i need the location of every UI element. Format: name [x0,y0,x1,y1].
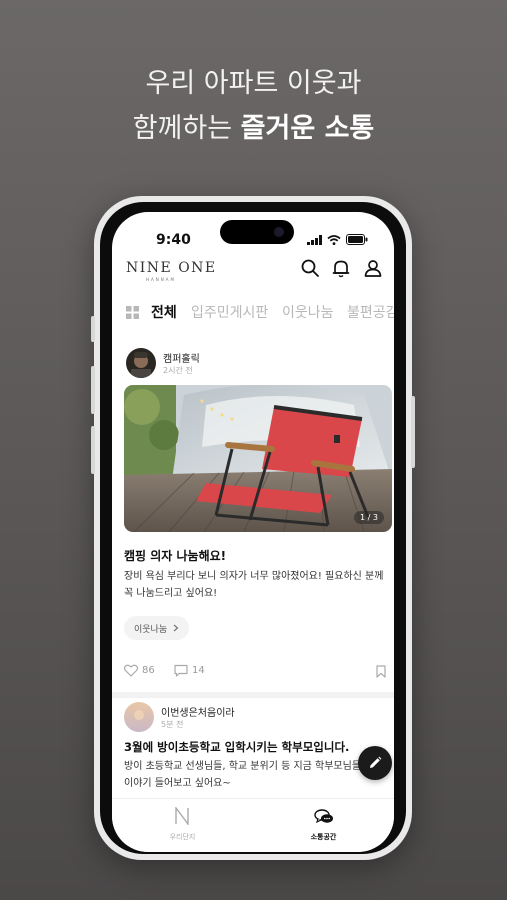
promo-headline-line1: 우리 아파트 이웃과 [145,68,362,99]
like-button[interactable]: 86 [124,664,155,677]
wifi-icon [327,234,341,245]
phone-volume-down [91,426,95,474]
post1-actions: 86 14 [124,664,386,680]
camera-icon [274,227,284,237]
comment-icon [174,664,188,677]
image-counter: 1 / 3 [354,511,384,524]
signal-icon [307,234,322,245]
heart-icon [124,664,138,677]
grid-menu-icon[interactable] [126,306,139,319]
pencil-icon [370,756,382,768]
post2-title[interactable]: 3월에 방이초등학교 입학시키는 학부모입니다. [124,739,394,755]
nav-community-label: 소통공간 [310,833,337,841]
avatar[interactable] [124,702,154,732]
phone-volume-up [91,366,95,414]
comment-count: 14 [192,665,205,676]
tab-neighbor-share[interactable]: 이웃나눔 [282,302,334,322]
category-chip[interactable]: 이웃나눔 [124,616,190,640]
promo-headline-line2: 함께하는 즐거운 소통 [0,115,507,142]
status-time: 9:40 [156,232,191,248]
battery-icon [346,234,368,245]
brand-logo[interactable]: NINE ONE [126,260,217,276]
nav-community[interactable]: 소통공간 [253,799,394,852]
post2-author[interactable]: 이번생은처음이라 [161,704,235,719]
like-count: 86 [142,665,155,676]
app-screen: 9:40 NINE ONE HANNAM 전체 입주민게시판 이웃나눔 불편공감… [112,212,394,852]
post2-time: 5분 전 [161,720,184,729]
nav-my-complex[interactable]: 우리단지 [112,799,253,852]
post1-author[interactable]: 캠퍼홀릭 [163,350,200,365]
n-logo-icon [175,807,189,825]
post1-time: 2시간 전 [163,366,193,375]
user-icon[interactable] [363,258,383,278]
promo-headline-prefix: 함께하는 [132,113,241,144]
post1-image[interactable]: 1 / 3 [124,385,392,532]
category-chip-label: 이웃나눔 [134,624,168,635]
promo-headline-bold: 즐거운 소통 [240,113,375,144]
tab-all[interactable]: 전체 [151,302,177,322]
category-tabs: 전체 입주민게시판 이웃나눔 불편공감 [112,298,394,328]
avatar[interactable] [126,348,156,378]
status-icons [307,234,368,245]
comment-button[interactable]: 14 [174,664,205,677]
app-header: NINE ONE HANNAM [112,258,394,296]
chat-bubbles-icon [314,809,333,824]
bottom-nav: 우리단지 소통공간 [112,798,394,852]
phone-side-button [91,316,95,342]
post1-body[interactable]: 장비 욕심 부리다 보니 의자가 너무 많아졌어요! 필요하신 분께 꼭 나눔드… [124,568,386,602]
bookmark-icon[interactable] [376,665,386,678]
search-icon[interactable] [300,258,320,278]
phone-bezel: 9:40 NINE ONE HANNAM 전체 입주민게시판 이웃나눔 불편공감… [100,202,406,854]
feed-divider [112,692,394,698]
post1-title[interactable]: 캠핑 의자 나눔해요! [124,547,226,564]
dynamic-island [220,220,294,244]
tab-resident-board[interactable]: 입주민게시판 [191,302,268,322]
brand-logo-sub: HANNAM [146,277,176,282]
write-post-button[interactable] [358,746,392,780]
phone-power-button [411,396,415,468]
phone-mockup: 9:40 NINE ONE HANNAM 전체 입주민게시판 이웃나눔 불편공감… [91,196,415,860]
nav-my-complex-label: 우리단지 [169,833,196,841]
post2-body[interactable]: 방이 초등학교 선생님들, 학교 분위기 등 지금 학부모님들 실제 이야기 들… [124,758,386,792]
chevron-right-icon [173,624,179,632]
bell-icon[interactable] [331,258,351,278]
tab-complaints[interactable]: 불편공감 [347,302,394,322]
